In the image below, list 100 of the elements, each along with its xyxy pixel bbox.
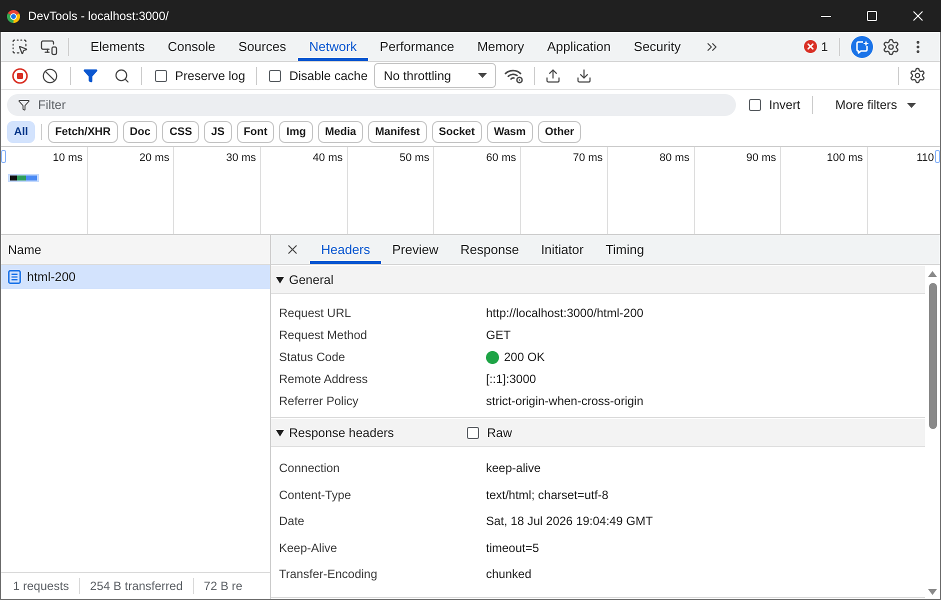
clear-icon[interactable] — [42, 68, 58, 84]
upload-icon[interactable] — [544, 68, 561, 84]
header-value: chunked — [486, 567, 532, 582]
header-value: timeout=5 — [486, 540, 540, 555]
scroll-up-arrow-icon[interactable] — [928, 271, 937, 277]
filter-field[interactable]: Filter — [7, 94, 736, 116]
type-filter-button[interactable]: Doc — [122, 121, 158, 143]
detail-tab[interactable]: Response — [449, 235, 530, 264]
type-filter-button[interactable]: Fetch/XHR — [48, 121, 118, 143]
panel-tab[interactable]: Console — [156, 32, 227, 61]
panel-tab[interactable]: Application — [536, 32, 622, 61]
header-name: Transfer-Encoding — [279, 567, 378, 582]
request-row[interactable]: html-200 — [1, 265, 270, 289]
panel-tab[interactable]: Sources — [226, 32, 298, 61]
range-handle[interactable] — [1, 150, 6, 163]
panel-tab[interactable]: Security — [622, 32, 692, 61]
type-filter-button[interactable]: All — [7, 121, 36, 143]
scrollbar-thumb[interactable] — [928, 283, 936, 429]
time-tick-label: 20 ms — [139, 152, 170, 164]
download-icon[interactable] — [576, 68, 592, 84]
detail-tab[interactable]: Timing — [594, 235, 656, 264]
checkbox-label[interactable]: Raw — [487, 426, 512, 440]
stop-recording-icon[interactable] — [12, 68, 28, 84]
type-filter-button[interactable]: Font — [236, 121, 274, 143]
type-filter-button[interactable]: Wasm — [486, 121, 533, 143]
section-header[interactable]: General — [271, 266, 925, 294]
header-value: keep-alive — [486, 461, 542, 476]
checkbox-label[interactable]: Invert — [769, 98, 800, 112]
time-tick-label: 90 ms — [746, 152, 776, 164]
close-icon[interactable] — [285, 242, 300, 257]
range-handle[interactable] — [935, 150, 940, 163]
inspect-icon[interactable] — [11, 38, 28, 55]
status-text: 1 requests — [12, 579, 70, 593]
header-name: Referrer Policy — [279, 394, 360, 408]
type-filter-button[interactable]: Other — [538, 121, 582, 143]
search-icon[interactable] — [114, 68, 130, 84]
status-text: 254 B transferred — [89, 579, 184, 593]
error-icon — [804, 40, 818, 53]
device-toolbar-icon[interactable] — [40, 38, 58, 56]
checkbox[interactable] — [155, 70, 167, 82]
time-tick-label: 70 ms — [572, 152, 603, 164]
time-tick-label: 80 ms — [660, 152, 690, 164]
time-tick-label: 100 ms — [826, 152, 863, 164]
type-filter-button[interactable]: Img — [279, 121, 313, 143]
time-tick-label: 30 ms — [226, 152, 256, 164]
column-header: Name — [1, 235, 270, 265]
detail-tab[interactable]: Headers — [310, 235, 382, 264]
header-name: Content-Type — [279, 488, 352, 502]
maximize-icon[interactable] — [867, 11, 877, 21]
checkbox[interactable] — [749, 99, 761, 111]
panel-tab[interactable]: Elements — [79, 32, 156, 61]
caret-down-icon — [478, 73, 487, 78]
checkbox[interactable] — [269, 70, 282, 82]
throttling-select[interactable]: No throttling — [374, 63, 496, 88]
chat-sparkle-icon[interactable] — [851, 36, 873, 58]
type-filter-button[interactable]: JS — [204, 121, 232, 143]
detail-tab[interactable]: Preview — [381, 235, 450, 264]
scroll-down-arrow-icon[interactable] — [928, 589, 937, 595]
panel-tab[interactable]: Network — [298, 32, 368, 61]
time-tick-label: 110 — [916, 152, 934, 164]
header-value: text/html; charset=utf-8 — [486, 488, 610, 502]
checkbox[interactable] — [467, 426, 479, 438]
type-filter-button[interactable]: Manifest — [368, 121, 427, 143]
header-value: 200 OK — [504, 350, 545, 364]
type-filter-button[interactable]: Socket — [432, 121, 482, 143]
more-filters-button[interactable]: More filters — [835, 98, 916, 112]
section-title: Response headers — [289, 426, 395, 440]
header-value: strict-origin-when-cross-origin — [486, 394, 644, 408]
panel-tab[interactable]: Performance — [368, 32, 466, 61]
type-filter-button[interactable]: Media — [318, 121, 364, 143]
expand-triangle-icon[interactable] — [276, 276, 284, 284]
header-name: Request URL — [279, 306, 352, 320]
checkbox-label[interactable]: Disable cache — [289, 68, 368, 82]
header-value: http://localhost:3000/html-200 — [486, 306, 644, 320]
filter-icon[interactable] — [83, 68, 98, 83]
status-text: 72 B re — [202, 579, 244, 593]
network-conditions-icon[interactable] — [504, 68, 524, 84]
filter-icon — [18, 99, 30, 111]
checkbox-label[interactable]: Preserve log — [175, 68, 246, 82]
type-filter-button[interactable]: CSS — [162, 121, 200, 143]
close-icon[interactable] — [913, 11, 923, 21]
time-tick-label: 50 ms — [399, 152, 430, 164]
header-value: Sat, 18 Jul 2026 19:04:49 GMT — [486, 514, 654, 528]
window-title: DevTools - localhost:3000/ — [28, 9, 169, 23]
detail-tab[interactable]: Initiator — [530, 235, 595, 264]
header-name: Date — [279, 514, 306, 528]
panel-tab[interactable]: Memory — [466, 32, 536, 61]
time-tick-label: 10 ms — [52, 152, 83, 164]
settings-icon[interactable] — [882, 38, 900, 56]
request-name: html-200 — [27, 270, 76, 284]
request-timing-bar-drawing — [8, 174, 39, 182]
error-counter[interactable]: 1 — [804, 40, 828, 54]
header-value: GET — [486, 328, 512, 342]
time-tick-label: 60 ms — [486, 152, 516, 164]
section-title: General — [289, 272, 334, 286]
section-header[interactable]: Response headers Raw — [271, 419, 925, 447]
header-name: Status Code — [279, 350, 346, 364]
settings-icon[interactable] — [909, 67, 926, 84]
expand-triangle-icon[interactable] — [276, 428, 284, 436]
header-name: Remote Address — [279, 372, 369, 386]
